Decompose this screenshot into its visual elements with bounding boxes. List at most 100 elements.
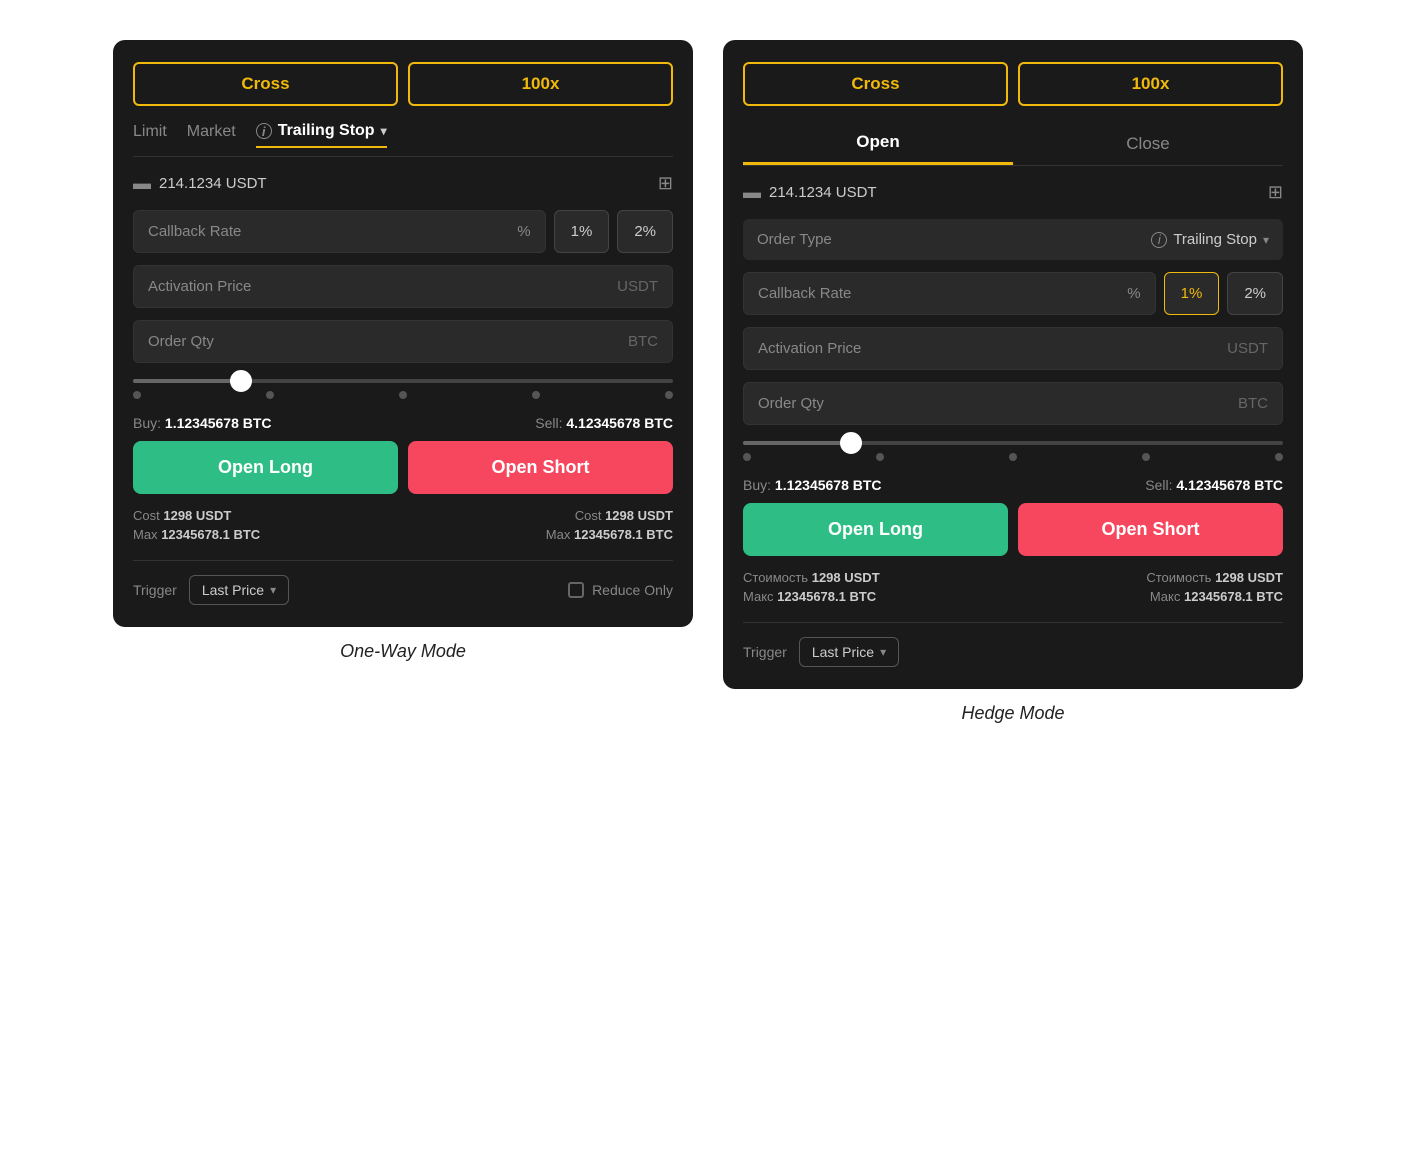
hedge-top-buttons: Cross 100x (743, 62, 1283, 106)
card-icon-ow: ▬ (133, 173, 151, 194)
one-way-max-sell: Max 12345678.1 BTC (403, 527, 673, 542)
hedge-order-type-select[interactable]: i Trailing Stop ▾ (1151, 231, 1269, 248)
trailing-stop-label-ow: Trailing Stop (278, 122, 375, 140)
hedge-callback-pct-symbol: % (1127, 285, 1140, 302)
hedge-cost-max: Стоимость 1298 USDT Макс 12345678.1 BTC … (743, 570, 1283, 608)
hedge-order-type-value: Trailing Stop (1173, 231, 1257, 248)
calculator-icon-hedge[interactable]: ⊞ (1268, 182, 1283, 203)
hedge-slider-dot-5 (1275, 453, 1283, 461)
slider-dot-4 (532, 391, 540, 399)
hedge-open-short-button[interactable]: Open Short (1018, 503, 1283, 556)
hedge-order-qty[interactable]: Order Qty BTC (743, 382, 1283, 425)
one-way-cross-button[interactable]: Cross (133, 62, 398, 106)
one-way-balance-row: ▬ 214.1234 USDT ⊞ (133, 173, 673, 194)
hedge-balance-row: ▬ 214.1234 USDT ⊞ (743, 182, 1283, 203)
one-way-pct-btn-2[interactable]: 2% (617, 210, 673, 253)
hedge-slider-dots (743, 453, 1283, 461)
hedge-cross-button[interactable]: Cross (743, 62, 1008, 106)
tab-trailing-stop[interactable]: i Trailing Stop ▾ (256, 122, 387, 148)
hedge-cost-buy-col: Стоимость 1298 USDT Макс 12345678.1 BTC (743, 570, 1013, 608)
calculator-icon-ow[interactable]: ⊞ (658, 173, 673, 194)
one-way-order-qty[interactable]: Order Qty BTC (133, 320, 673, 363)
one-way-trigger-value: Last Price (202, 582, 264, 598)
one-way-action-buttons: Open Long Open Short (133, 441, 673, 494)
hedge-cost-sell: Стоимость 1298 USDT (1013, 570, 1283, 585)
one-way-cost-sell-col: Cost 1298 USDT Max 12345678.1 BTC (403, 508, 673, 546)
hedge-buy-info: Buy: 1.12345678 BTC (743, 477, 882, 493)
hedge-order-type-chevron: ▾ (1263, 233, 1269, 247)
hedge-slider-dot-1 (743, 453, 751, 461)
hedge-cost-buy: Стоимость 1298 USDT (743, 570, 1013, 585)
hedge-trigger-value: Last Price (812, 644, 874, 660)
chevron-down-icon-ow: ▾ (381, 124, 387, 138)
hedge-open-long-button[interactable]: Open Long (743, 503, 1008, 556)
hedge-order-type-row: Order Type i Trailing Stop ▾ (743, 219, 1283, 260)
one-way-slider-fill (133, 379, 241, 383)
info-icon-ow: i (256, 123, 272, 139)
one-way-open-short-button[interactable]: Open Short (408, 441, 673, 494)
tab-open[interactable]: Open (743, 122, 1013, 165)
one-way-cost-sell: Cost 1298 USDT (403, 508, 673, 523)
hedge-callback-input[interactable]: Callback Rate % (743, 272, 1156, 315)
hedge-buy-sell-info: Buy: 1.12345678 BTC Sell: 4.12345678 BTC (743, 477, 1283, 493)
hedge-trigger-select[interactable]: Last Price ▾ (799, 637, 899, 667)
one-way-cost-max: Cost 1298 USDT Max 12345678.1 BTC Cost 1… (133, 508, 673, 546)
hedge-activation-price[interactable]: Activation Price USDT (743, 327, 1283, 370)
tab-market[interactable]: Market (187, 122, 236, 148)
slider-dot-3 (399, 391, 407, 399)
hedge-slider-dot-2 (876, 453, 884, 461)
one-way-buy-info: Buy: 1.12345678 BTC (133, 415, 272, 431)
one-way-panel-wrapper: Cross 100x Limit Market i Trailing Stop … (113, 40, 693, 724)
hedge-pct-btn-2[interactable]: 2% (1227, 272, 1283, 315)
hedge-balance-value: 214.1234 USDT (769, 184, 877, 201)
one-way-slider[interactable] (133, 379, 673, 399)
hedge-slider-fill (743, 441, 851, 445)
one-way-balance-left: ▬ 214.1234 USDT (133, 173, 267, 194)
one-way-trigger-label: Trigger (133, 582, 177, 598)
one-way-leverage-button[interactable]: 100x (408, 62, 673, 106)
one-way-top-buttons: Cross 100x (133, 62, 673, 106)
hedge-order-type-label: Order Type (757, 231, 832, 248)
one-way-trigger-select[interactable]: Last Price ▾ (189, 575, 289, 605)
hedge-slider-dot-4 (1142, 453, 1150, 461)
one-way-open-long-button[interactable]: Open Long (133, 441, 398, 494)
one-way-balance-value: 214.1234 USDT (159, 175, 267, 192)
one-way-callback-pct-symbol: % (517, 223, 530, 240)
hedge-slider[interactable] (743, 441, 1283, 461)
tab-close[interactable]: Close (1013, 122, 1283, 165)
slider-dot-5 (665, 391, 673, 399)
one-way-reduce-only[interactable]: Reduce Only (568, 582, 673, 598)
one-way-buy-sell-info: Buy: 1.12345678 BTC Sell: 4.12345678 BTC (133, 415, 673, 431)
hedge-slider-track (743, 441, 1283, 445)
one-way-activation-label: Activation Price (148, 278, 251, 295)
one-way-slider-thumb[interactable] (230, 370, 252, 392)
hedge-qty-label: Order Qty (758, 395, 824, 412)
one-way-trigger-chevron: ▾ (270, 583, 276, 597)
panels-container: Cross 100x Limit Market i Trailing Stop … (20, 20, 1396, 744)
hedge-activation-unit: USDT (1227, 340, 1268, 357)
reduce-only-checkbox[interactable] (568, 582, 584, 598)
hedge-pct-btn-1[interactable]: 1% (1164, 272, 1220, 315)
one-way-callback-row: Callback Rate % 1% 2% (133, 210, 673, 253)
one-way-panel: Cross 100x Limit Market i Trailing Stop … (113, 40, 693, 627)
hedge-max-sell: Макс 12345678.1 BTC (1013, 589, 1283, 604)
one-way-pct-btn-1[interactable]: 1% (554, 210, 610, 253)
reduce-only-label: Reduce Only (592, 582, 673, 598)
one-way-qty-label: Order Qty (148, 333, 214, 350)
hedge-leverage-button[interactable]: 100x (1018, 62, 1283, 106)
slider-dot-1 (133, 391, 141, 399)
hedge-callback-row: Callback Rate % 1% 2% (743, 272, 1283, 315)
hedge-action-buttons: Open Long Open Short (743, 503, 1283, 556)
one-way-activation-price[interactable]: Activation Price USDT (133, 265, 673, 308)
hedge-trigger-row: Trigger Last Price ▾ (743, 622, 1283, 667)
one-way-qty-unit: BTC (628, 333, 658, 350)
one-way-trigger-row: Trigger Last Price ▾ Reduce Only (133, 560, 673, 605)
one-way-cost-buy-col: Cost 1298 USDT Max 12345678.1 BTC (133, 508, 403, 546)
hedge-slider-thumb[interactable] (840, 432, 862, 454)
hedge-trigger-chevron: ▾ (880, 645, 886, 659)
tab-limit[interactable]: Limit (133, 122, 167, 148)
one-way-callback-input[interactable]: Callback Rate % (133, 210, 546, 253)
hedge-balance-left: ▬ 214.1234 USDT (743, 182, 877, 203)
slider-dot-2 (266, 391, 274, 399)
one-way-order-tabs: Limit Market i Trailing Stop ▾ (133, 122, 673, 157)
